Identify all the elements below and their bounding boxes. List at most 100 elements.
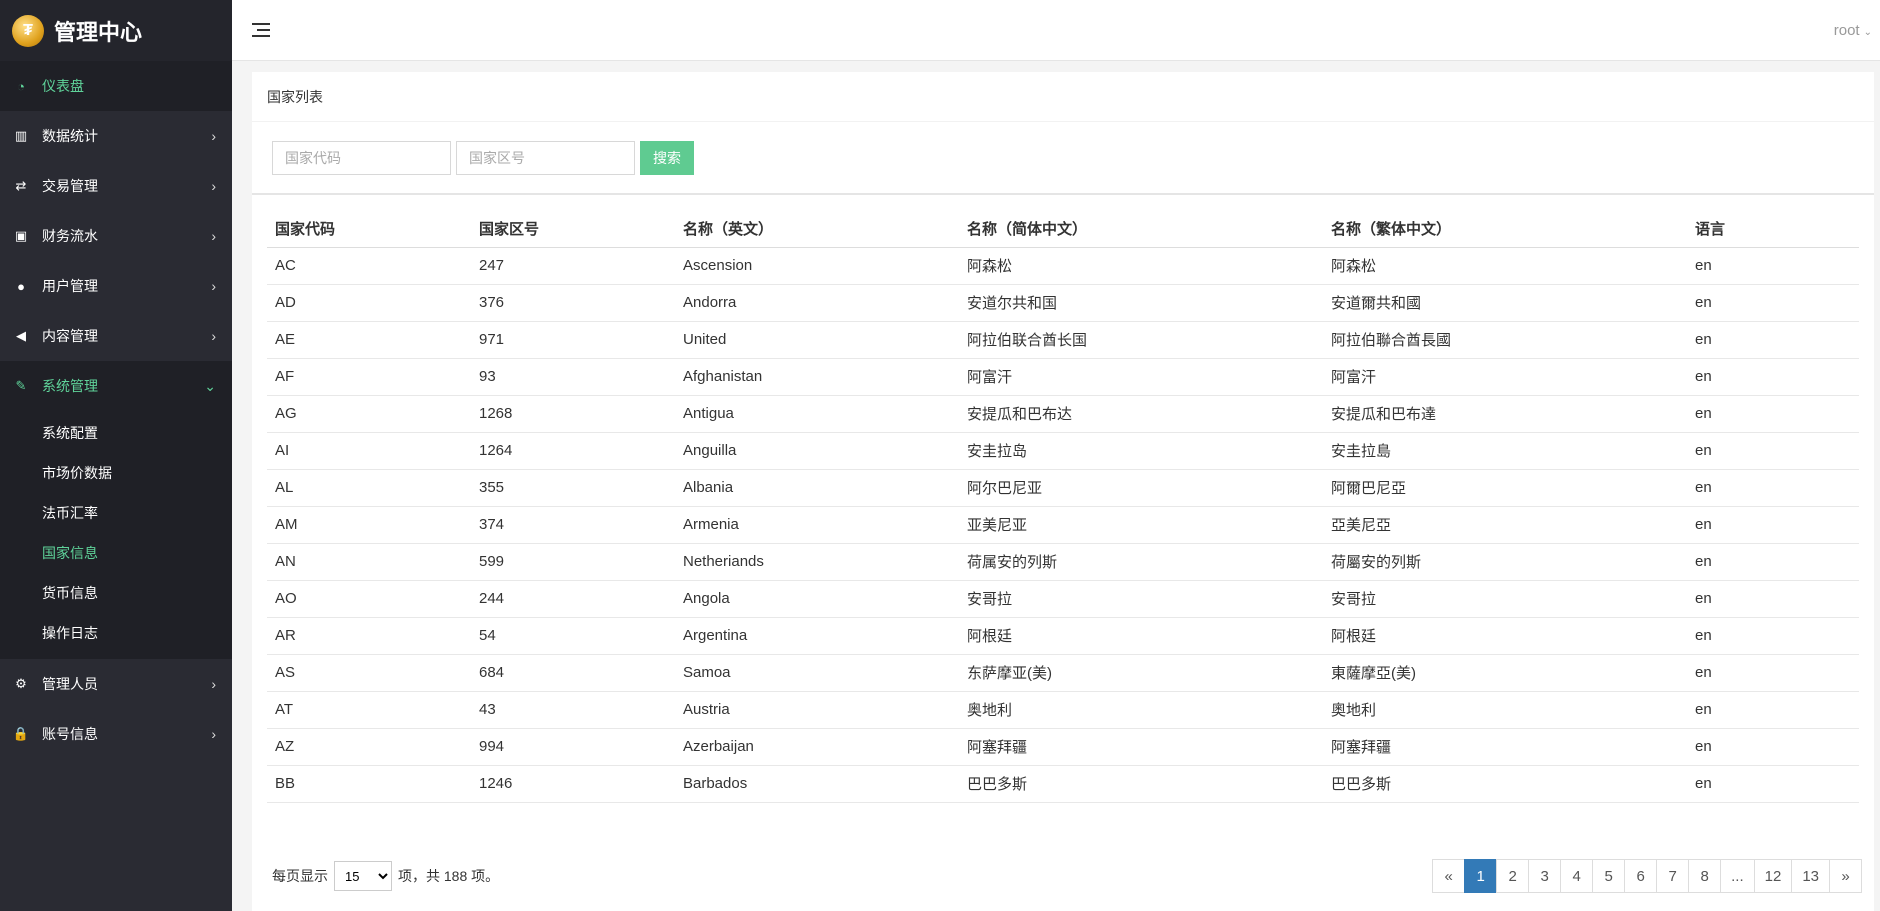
table-cell: 阿尔巴尼亚	[959, 469, 1323, 507]
page-button[interactable]: 7	[1656, 859, 1690, 893]
submenu-item[interactable]: 市场价数据	[0, 453, 232, 493]
table-cell: 93	[471, 358, 675, 396]
page-button[interactable]: 3	[1528, 859, 1562, 893]
table-cell: 巴巴多斯	[959, 765, 1323, 803]
table-cell: en	[1687, 469, 1859, 507]
table-cell: 376	[471, 284, 675, 322]
page-button[interactable]: »	[1829, 859, 1862, 893]
table-row: AI 1264 Anguilla 安圭拉岛 安圭拉島 en	[267, 432, 1859, 470]
wrench-icon: ✎	[15, 378, 27, 393]
sidebar-item[interactable]: ● 用户管理 ›	[0, 261, 232, 311]
sidebar-item[interactable]: ▣ 财务流水 ›	[0, 211, 232, 261]
sidebar-item[interactable]: ⚙ 管理人员 ›	[0, 659, 232, 709]
table-cell: Netheriands	[675, 543, 959, 581]
page-button[interactable]: 6	[1624, 859, 1658, 893]
submenu-item[interactable]: 国家信息	[0, 533, 232, 573]
table-cell: Samoa	[675, 654, 959, 692]
exchange-icon: ⇄	[15, 178, 27, 193]
panel-title: 国家列表	[252, 72, 1874, 122]
table-cell: 安圭拉岛	[959, 432, 1323, 470]
table-row: AC 247 Ascension 阿森松 阿森松 en	[267, 247, 1859, 285]
table-cell: Austria	[675, 691, 959, 729]
users-icon: ●	[17, 278, 25, 294]
table-cell: 1264	[471, 432, 675, 470]
sidebar-item[interactable]: ⇄ 交易管理 ›	[0, 161, 232, 211]
cogs-icon: ⚙	[15, 676, 27, 691]
table-cell: AD	[267, 284, 471, 322]
table-cell: en	[1687, 654, 1859, 692]
table-cell: 亚美尼亚	[959, 506, 1323, 544]
sidebar-item[interactable]: ▥ 数据统计 ›	[0, 111, 232, 161]
page-button[interactable]: 5	[1592, 859, 1626, 893]
table-cell: 东萨摩亚(美)	[959, 654, 1323, 692]
table-cell: 阿富汗	[959, 358, 1323, 396]
table-cell: AL	[267, 469, 471, 507]
page-button[interactable]: 2	[1496, 859, 1530, 893]
table-cell: Azerbaijan	[675, 728, 959, 766]
table-cell: Andorra	[675, 284, 959, 322]
money-icon: ▣	[14, 228, 28, 243]
content-panel: 国家列表 搜索 国家代码国家区号名称（英文）名称（简体中文）名称（繁体中文）语言…	[252, 72, 1874, 911]
table-cell: Albania	[675, 469, 959, 507]
table-cell: AN	[267, 543, 471, 581]
user-menu[interactable]: root ⌄	[1834, 22, 1872, 39]
page-button[interactable]: 13	[1791, 859, 1830, 893]
table-cell: Armenia	[675, 506, 959, 544]
table-cell: AO	[267, 580, 471, 618]
table-cell: AS	[267, 654, 471, 692]
table-cell: 巴巴多斯	[1323, 765, 1687, 803]
table-cell: 安提瓜和巴布達	[1323, 395, 1687, 433]
country-code-input[interactable]	[272, 140, 451, 175]
sidebar-item-label: 系统管理	[42, 378, 98, 394]
chevron-icon: ⌄	[204, 377, 216, 394]
table-cell: en	[1687, 395, 1859, 433]
table-cell: en	[1687, 284, 1859, 322]
sidebar-item[interactable]: ◔ 仪表盘	[0, 61, 232, 111]
table-cell: 阿拉伯聯合酋長國	[1323, 321, 1687, 359]
table-cell: en	[1687, 580, 1859, 618]
page-button[interactable]: 4	[1560, 859, 1594, 893]
table-cell: Argentina	[675, 617, 959, 655]
search-button[interactable]: 搜索	[640, 140, 694, 175]
table-cell: 安哥拉	[959, 580, 1323, 618]
total-count-text: 项，共 188 项。	[398, 868, 500, 884]
sidebar-item[interactable]: ◀ 内容管理 ›	[0, 311, 232, 361]
page-button[interactable]: «	[1432, 859, 1466, 893]
table-cell: Barbados	[675, 765, 959, 803]
table-cell: 荷屬安的列斯	[1323, 543, 1687, 581]
table-cell: 安哥拉	[1323, 580, 1687, 618]
brand[interactable]: ₮ 管理中心	[0, 0, 232, 61]
table-cell: 阿根廷	[959, 617, 1323, 655]
table-cell: en	[1687, 617, 1859, 655]
table-cell: AC	[267, 247, 471, 285]
page-button[interactable]: 1	[1464, 859, 1498, 893]
sidebar-item-label: 内容管理	[42, 328, 98, 344]
submenu-item[interactable]: 法币汇率	[0, 493, 232, 533]
sidebar-item[interactable]: 🔒 账号信息 ›	[0, 709, 232, 759]
submenu-item[interactable]: 操作日志	[0, 613, 232, 653]
area-code-input[interactable]	[456, 140, 635, 175]
table-cell: Ascension	[675, 247, 959, 285]
table-cell: 奧地利	[1323, 691, 1687, 729]
submenu-item[interactable]: 货币信息	[0, 573, 232, 613]
bullhorn-icon: ◀	[16, 328, 26, 343]
sidebar-item-label: 仪表盘	[42, 78, 84, 94]
column-header: 名称（英文）	[675, 211, 959, 248]
sidebar-item-label: 财务流水	[42, 228, 98, 244]
submenu-item[interactable]: 系统配置	[0, 413, 232, 453]
per-page-select[interactable]: 15	[334, 861, 392, 891]
table-cell: 東薩摩亞(美)	[1323, 654, 1687, 692]
page-button[interactable]: 8	[1688, 859, 1722, 893]
chevron-icon: ›	[211, 278, 216, 294]
table-cell: 994	[471, 728, 675, 766]
coin-logo-icon: ₮	[12, 14, 44, 47]
top-header: root ⌄	[232, 0, 1880, 61]
sidebar-item[interactable]: ✎ 系统管理 ⌄	[0, 361, 232, 411]
sidebar-toggle-icon[interactable]	[252, 23, 270, 37]
table-cell: 阿爾巴尼亞	[1323, 469, 1687, 507]
page-button[interactable]: 12	[1753, 859, 1793, 893]
chevron-icon: ›	[211, 676, 216, 692]
table-cell: en	[1687, 765, 1859, 803]
table-cell: 374	[471, 506, 675, 544]
table-cell: BB	[267, 765, 471, 803]
